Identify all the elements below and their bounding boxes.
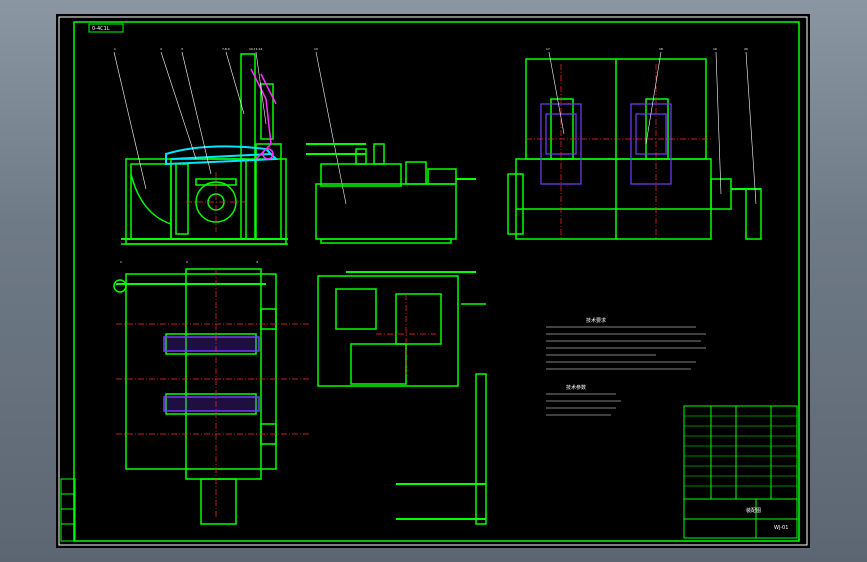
- title-name: 装配图: [746, 508, 762, 514]
- front-view-leaders: [113, 51, 347, 205]
- title-block-rows: [684, 415, 797, 487]
- callout-side-18: 18: [659, 47, 663, 51]
- callout-front-10-11-12: 10,11,12: [249, 47, 263, 51]
- notes-heading-parameters: 技术参数: [566, 385, 587, 391]
- callout-plan-1: 1: [120, 260, 122, 264]
- callout-front-1: 1: [114, 47, 116, 51]
- callout-front-4: 4: [160, 47, 162, 51]
- callout-front-3: 3: [181, 47, 183, 51]
- gearbox-view: [306, 143, 476, 244]
- callout-front-7-8-9: 7,8,9: [222, 47, 230, 51]
- callout-front-13: 13: [314, 47, 318, 51]
- notes-heading-requirements: 技术要求: [586, 318, 607, 324]
- callout-plan-2: 2: [186, 260, 188, 264]
- front-view-centerlines: [186, 172, 246, 232]
- callout-side-20: 20: [744, 47, 748, 51]
- title-drawing-no: WJ-01: [774, 525, 789, 531]
- side-view-centerlines: [526, 64, 711, 239]
- plan-view-gearbox-centerlines: [376, 294, 436, 374]
- cad-drawing: 0-4C1L: [58, 16, 808, 546]
- drawing-sheet: 0-4C1L 1 4 3 7,8,9 10,11,12 13 17 18 19 …: [56, 14, 810, 548]
- frame-code: 0-4C1L: [92, 26, 110, 32]
- callout-side-17: 17: [546, 47, 550, 51]
- revision-strip: [60, 478, 76, 542]
- inner-border: [73, 21, 800, 542]
- side-view-leaders: [548, 51, 757, 205]
- plan-view-purple: [163, 336, 260, 412]
- plan-view-gearbox: [317, 271, 487, 525]
- notes-lines: [546, 326, 706, 416]
- callout-plan-3: 3: [256, 260, 258, 264]
- callout-side-19: 19: [713, 47, 717, 51]
